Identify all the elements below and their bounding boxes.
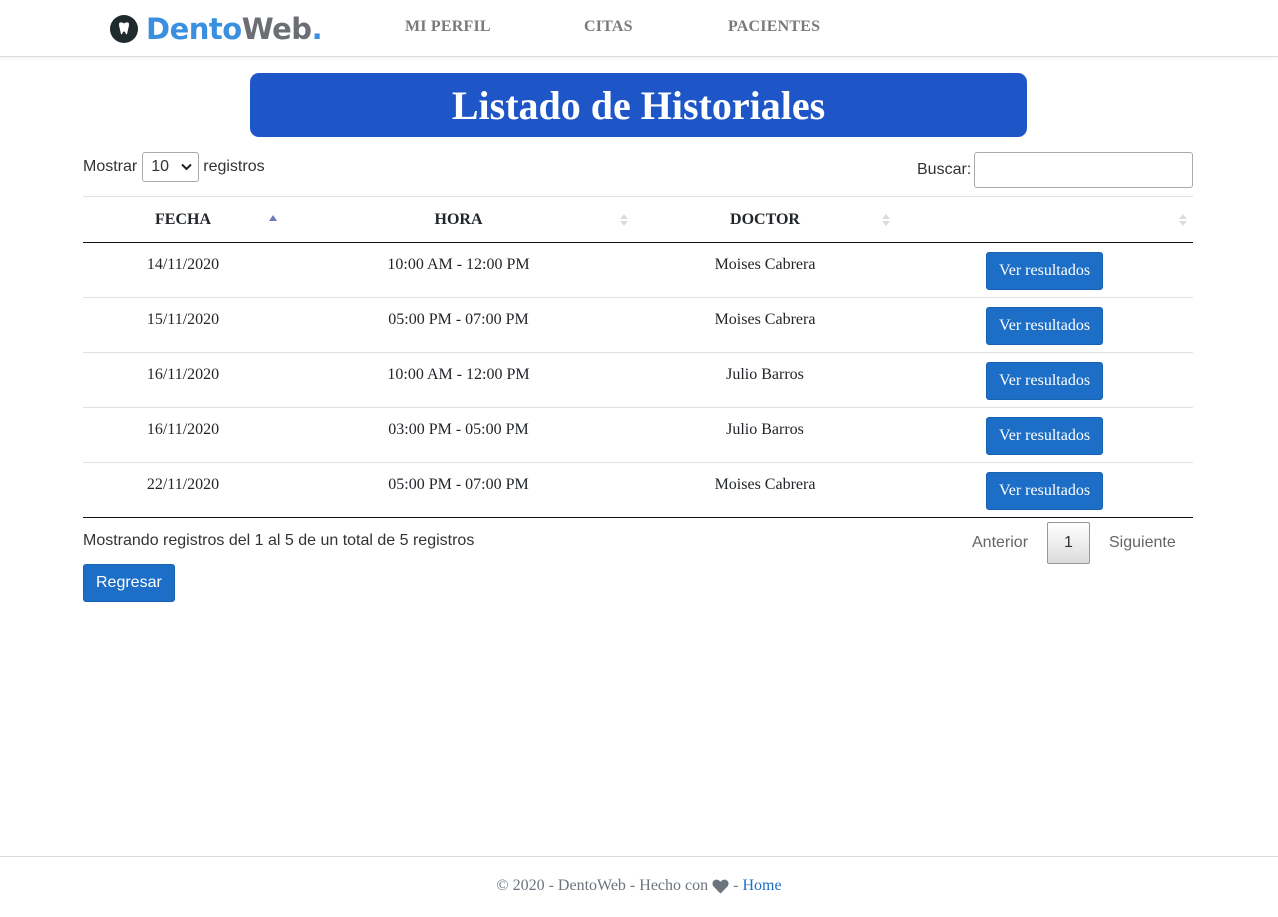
tooth-icon <box>110 15 138 43</box>
column-header-doctor[interactable]: DOCTOR <box>634 196 896 243</box>
show-entries: Mostrar 10 registros <box>83 152 265 182</box>
regresar-button[interactable]: Regresar <box>83 564 175 602</box>
table-row: 22/11/2020 05:00 PM - 07:00 PM Moises Ca… <box>83 462 1193 518</box>
cell-action: Ver resultados <box>896 407 1193 463</box>
cell-doctor: Moises Cabrera <box>634 297 896 353</box>
sort-both-icon <box>620 214 628 226</box>
column-header-fecha[interactable]: FECHA <box>83 196 283 243</box>
table-info: Mostrando registros del 1 al 5 de un tot… <box>83 532 475 549</box>
column-header-label: HORA <box>434 210 483 228</box>
footer-copyright: © 2020 - DentoWeb - Hecho con <box>496 877 709 894</box>
pagination-prev[interactable]: Anterior <box>972 522 1028 564</box>
footer-home-link[interactable]: Home <box>742 877 781 895</box>
brand-name: DentoWeb. <box>146 12 323 46</box>
nav-mi-perfil[interactable]: MI PERFIL <box>405 18 491 36</box>
cell-doctor: Julio Barros <box>634 407 896 463</box>
sort-both-icon <box>882 214 890 226</box>
page-title: Listado de Historiales <box>451 82 826 128</box>
column-header-actions[interactable] <box>896 196 1193 243</box>
footer-dash: - <box>733 877 739 894</box>
table-header-row: FECHA HORA DOCTOR <box>83 196 1193 243</box>
search: Buscar: <box>917 152 1194 188</box>
pagination-next[interactable]: Siguiente <box>1109 522 1176 564</box>
cell-doctor: Moises Cabrera <box>634 242 896 298</box>
search-input[interactable] <box>974 152 1194 188</box>
ver-resultados-button[interactable]: Ver resultados <box>985 362 1104 400</box>
cell-hora: 10:00 AM - 12:00 PM <box>283 352 634 408</box>
cell-hora: 03:00 PM - 05:00 PM <box>283 407 634 463</box>
cell-fecha: 16/11/2020 <box>83 407 283 463</box>
show-entries-prefix: Mostrar <box>83 158 138 175</box>
table-row: 14/11/2020 10:00 AM - 12:00 PM Moises Ca… <box>83 242 1193 298</box>
pagination-current-page[interactable]: 1 <box>1047 522 1090 564</box>
table-row: 15/11/2020 05:00 PM - 07:00 PM Moises Ca… <box>83 297 1193 353</box>
show-entries-suffix: registros <box>203 158 265 175</box>
column-header-hora[interactable]: HORA <box>283 196 634 243</box>
cell-doctor: Julio Barros <box>634 352 896 408</box>
cell-doctor: Moises Cabrera <box>634 462 896 518</box>
entries-select[interactable]: 10 <box>142 152 200 182</box>
nav-citas[interactable]: CITAS <box>584 18 633 36</box>
chevron-down-icon <box>181 163 192 171</box>
cell-fecha: 14/11/2020 <box>83 242 283 298</box>
table-row: 16/11/2020 10:00 AM - 12:00 PM Julio Bar… <box>83 352 1193 408</box>
sort-asc-icon <box>269 215 277 221</box>
cell-action: Ver resultados <box>896 242 1193 298</box>
title-banner: Listado de Historiales <box>250 73 1027 137</box>
search-label: Buscar: <box>917 161 972 178</box>
cell-fecha: 16/11/2020 <box>83 352 283 408</box>
footer-text: © 2020 - DentoWeb - Hecho con - Home <box>0 877 1278 895</box>
cell-hora: 10:00 AM - 12:00 PM <box>283 242 634 298</box>
heart-icon <box>712 879 729 893</box>
navbar: DentoWeb. MI PERFIL CITAS PACIENTES <box>0 0 1278 57</box>
brand-logo[interactable]: DentoWeb. <box>110 12 323 46</box>
cell-action: Ver resultados <box>896 297 1193 353</box>
ver-resultados-button[interactable]: Ver resultados <box>985 252 1104 290</box>
table-row: 16/11/2020 03:00 PM - 05:00 PM Julio Bar… <box>83 407 1193 463</box>
ver-resultados-button[interactable]: Ver resultados <box>985 417 1104 455</box>
nav-pacientes[interactable]: PACIENTES <box>728 18 820 36</box>
cell-fecha: 22/11/2020 <box>83 462 283 518</box>
ver-resultados-button[interactable]: Ver resultados <box>985 307 1104 345</box>
column-header-label: FECHA <box>155 210 211 228</box>
records-table: FECHA HORA DOCTOR 14/11/2020 10:00 AM - … <box>83 196 1193 518</box>
cell-fecha: 15/11/2020 <box>83 297 283 353</box>
sort-both-icon <box>1179 214 1187 226</box>
cell-action: Ver resultados <box>896 352 1193 408</box>
cell-hora: 05:00 PM - 07:00 PM <box>283 462 634 518</box>
entries-select-value: 10 <box>151 158 170 175</box>
cell-action: Ver resultados <box>896 462 1193 518</box>
column-header-label: DOCTOR <box>730 210 800 228</box>
cell-hora: 05:00 PM - 07:00 PM <box>283 297 634 353</box>
ver-resultados-button[interactable]: Ver resultados <box>985 472 1104 510</box>
